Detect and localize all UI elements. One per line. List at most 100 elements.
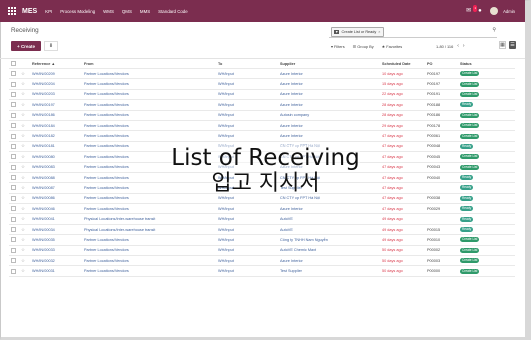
cell-reference[interactable]: WH/IN/00203 [32,89,84,101]
menu-standard-code[interactable]: Standard Code [158,9,188,14]
pager-value[interactable]: 1-80 / 116 [436,44,453,49]
cell-from[interactable]: Partner Locations/Vendors [84,110,218,121]
star-icon[interactable]: ☆ [21,203,32,215]
cell-from[interactable]: Partner Locations/Vendors [84,120,218,132]
search-bar[interactable]: ▼ Create List or Ready × ⚲ [329,26,497,38]
cell-to[interactable]: WH/Input [218,130,280,142]
row-checkbox[interactable] [9,78,21,90]
star-icon[interactable]: ☆ [21,68,32,80]
cell-to[interactable]: WH/Input [218,224,280,236]
table-row[interactable]: ☆ WH/IN/00182 Partner Locations/Vendors WH/… [9,130,515,142]
download-icon[interactable]: ⬇ [44,41,58,51]
cell-from[interactable]: Partner Locations/Vendors [84,78,218,90]
cell-to[interactable]: WH/Input [218,141,280,153]
star-icon[interactable]: ☆ [21,265,32,277]
cell-reference[interactable]: WH/IN/00031 [32,265,84,277]
star-icon[interactable]: ☆ [21,224,32,236]
cell-to[interactable]: WH/Input [218,234,280,246]
menu-qms[interactable]: QMS [122,9,132,14]
table-row[interactable]: ☆ WH/IN/00032 Partner Locations/Vendors WH/… [9,255,515,267]
cell-from[interactable]: Partner Locations/Vendors [84,182,218,194]
cell-to[interactable]: WH/Input [218,245,280,257]
group-by-button[interactable]: ☰ Group By [353,44,374,49]
header-to[interactable]: To [218,59,280,69]
star-icon[interactable]: ☆ [21,99,32,111]
star-icon[interactable]: ☆ [21,182,32,194]
cell-reference[interactable]: WH/IN/00080 [32,151,84,163]
row-checkbox[interactable] [9,182,21,194]
cell-to[interactable]: WH/Input [218,120,280,132]
cell-reference[interactable]: WH/IN/00035 [32,234,84,246]
cell-reference[interactable]: WH/IN/00209 [32,68,84,80]
cell-reference[interactable]: WH/IN/00181 [32,141,84,153]
star-icon[interactable]: ☆ [21,162,32,173]
cell-to[interactable]: WH/Input [218,265,280,277]
row-checkbox[interactable] [9,265,21,277]
header-reference[interactable]: Reference ▲ [32,59,84,69]
cell-reference[interactable]: WH/IN/00086 [32,193,84,205]
table-row[interactable]: ☆ WH/IN/00181 Partner Locations/Vendors WH/… [9,141,515,153]
cell-supplier[interactable]: Azure Interior [280,130,382,142]
cell-from[interactable]: Physical Locations/Inter-warehouse trans… [84,213,218,225]
table-row[interactable]: ☆ WH/IN/00041 Physical Locations/Inter-war… [9,213,515,225]
row-checkbox[interactable] [9,99,21,111]
table-row[interactable]: ☆ WH/IN/00197 Partner Locations/Vendors WH/… [9,99,515,111]
row-checkbox[interactable] [9,224,21,236]
cell-reference[interactable]: WH/IN/00034 [32,224,84,236]
row-checkbox[interactable] [9,130,21,142]
cell-supplier[interactable]: Azure Interior [280,255,382,267]
menu-wms[interactable]: WMS [103,9,114,14]
star-icon[interactable]: ☆ [21,130,32,142]
cell-from[interactable]: Partner Locations/Vendors [84,193,218,205]
cell-from[interactable]: Partner Locations/Vendors [84,265,218,277]
table-row[interactable]: ☆ WH/IN/00033 Partner Locations/Vendors WH/… [9,245,515,257]
cell-from[interactable]: Partner Locations/Vendors [84,130,218,142]
menu-mms[interactable]: MMS [140,9,150,14]
cell-reference[interactable]: WH/IN/00197 [32,99,84,111]
row-checkbox[interactable] [9,213,21,225]
table-row[interactable]: ☆ WH/IN/00031 Partner Locations/Vendors WH/… [9,265,515,277]
table-row[interactable]: ☆ WH/IN/00186 Partner Locations/Vendors WH/… [9,110,515,121]
cell-from[interactable]: Partner Locations/Vendors [84,245,218,257]
row-checkbox[interactable] [9,141,21,153]
cell-to[interactable]: WH/Input [218,193,280,205]
cell-to[interactable]: WH/Input [218,78,280,90]
table-row[interactable]: ☆ WH/IN/00088 Partner Locations/Vendors WH/… [9,172,515,184]
cell-to[interactable]: WH/Input [218,182,280,194]
cell-to[interactable]: WH/Input [218,172,280,184]
cell-to[interactable]: WH/Input [218,110,280,121]
cell-supplier[interactable]: CN CTY cp FPT Hà Nội [280,141,382,153]
cell-to[interactable]: WH/Input [218,89,280,101]
table-row[interactable]: ☆ WH/IN/00080 Partner Locations/Vendors WH/… [9,151,515,163]
header-po[interactable]: PO [427,59,460,69]
chevron-left-icon[interactable]: ‹ [457,44,459,49]
star-icon[interactable]: ☆ [21,120,32,132]
row-checkbox[interactable] [9,68,21,80]
avatar[interactable] [490,7,499,15]
app-brand[interactable]: MES [22,8,37,15]
apps-menu-icon[interactable] [8,7,16,15]
cell-to[interactable]: WH/Input [218,203,280,215]
star-icon[interactable]: ☆ [21,213,32,225]
cell-reference[interactable]: WH/IN/00186 [32,110,84,121]
cell-supplier[interactable]: CN CTY cp FPT Hà Nội [280,193,382,205]
star-icon[interactable]: ☆ [21,245,32,257]
cell-to[interactable]: WH/Input [218,162,280,173]
row-checkbox[interactable] [9,110,21,121]
page-title[interactable]: Receiving [11,27,39,34]
star-icon[interactable]: ☆ [21,172,32,184]
cell-from[interactable]: Partner Locations/Vendors [84,172,218,184]
cell-supplier[interactable]: Công ty TNHH Nam Nguyễn [280,234,382,246]
cell-to[interactable]: WH/Input [218,68,280,80]
cell-supplier[interactable]: Test Supplier [280,265,382,277]
select-all-checkbox[interactable] [9,59,21,69]
cell-supplier[interactable]: Azure Interior [280,120,382,132]
cell-from[interactable]: Partner Locations/Vendors [84,151,218,163]
star-icon[interactable]: ☆ [21,193,32,205]
filters-button[interactable]: ▾ Filters [331,44,345,49]
star-icon[interactable]: ☆ [21,89,32,101]
cell-from[interactable]: Partner Locations/Vendors [84,255,218,267]
cell-supplier[interactable]: AutoVE Chemic Maxt [280,245,382,257]
cell-from[interactable]: Partner Locations/Vendors [84,162,218,173]
cell-from[interactable]: Partner Locations/Vendors [84,234,218,246]
